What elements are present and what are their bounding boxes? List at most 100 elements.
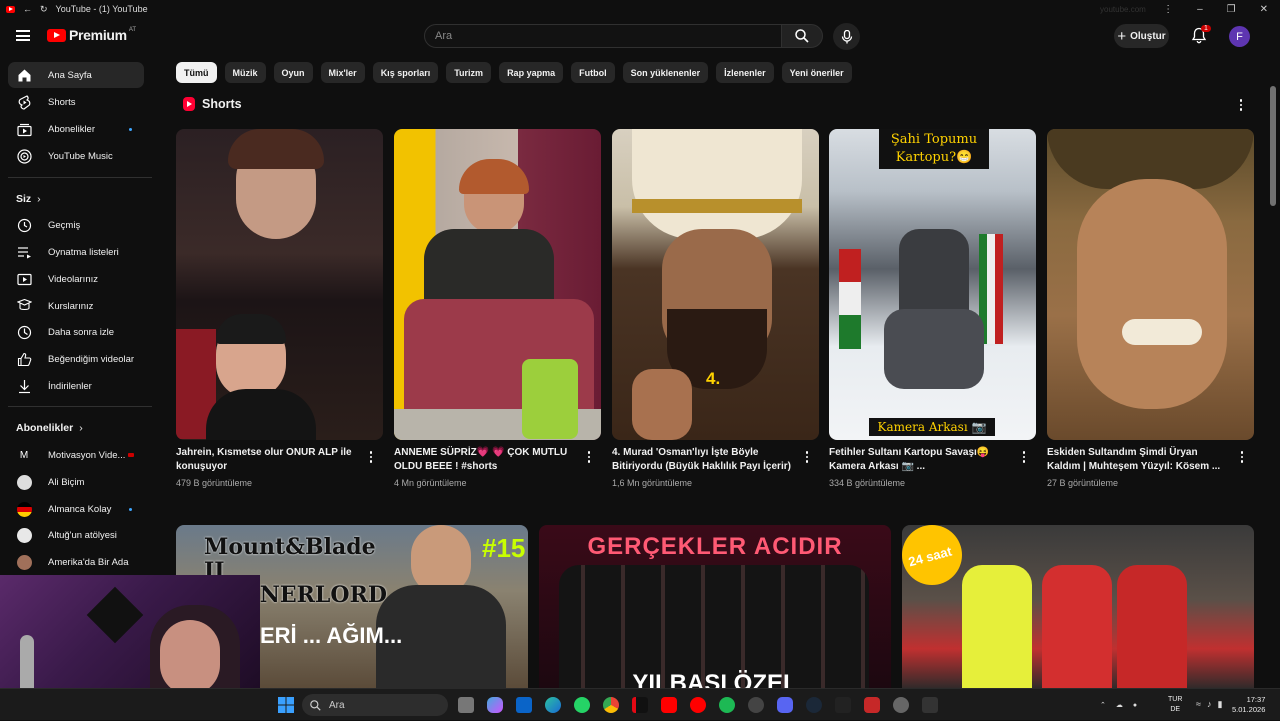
video-thumbnail[interactable]: 24 saat [902, 525, 1254, 690]
youtube-music-icon[interactable] [690, 697, 706, 713]
sidebar-item-playlists[interactable]: Oynatma listeleri [8, 239, 144, 265]
sidebar-item-home[interactable]: Ana Sayfa [8, 62, 144, 88]
taskbar-search[interactable]: Ara [302, 694, 448, 716]
edge-icon[interactable] [545, 697, 561, 713]
chip-winter-sports[interactable]: Kış sporları [372, 62, 439, 83]
sidebar-item-history[interactable]: Geçmiş [8, 212, 144, 238]
sidebar-item-your-videos[interactable]: Videolarınız [8, 266, 144, 292]
short-menu-icon[interactable] [582, 450, 596, 464]
chrome-icon[interactable] [603, 697, 619, 713]
chip-recently-uploaded[interactable]: Son yüklenenler [622, 62, 709, 83]
short-card[interactable]: Şahi Topumu Kartopu?😁 Kamera Arkası 📷 Fe… [829, 129, 1036, 488]
short-title[interactable]: ANNEME SÜPRİZ💗 💗 ÇOK MUTLU OLDU BEEE ! #… [394, 446, 574, 474]
video-thumbnail[interactable]: GERÇEKLER ACIDIR YILBAŞI ÖZEL [539, 525, 891, 690]
tray-status-icons[interactable]: ≈ ♪ ▮ [1196, 699, 1222, 710]
shorts-icon [16, 94, 32, 110]
youtube-premium-logo[interactable]: Premium AT [47, 27, 136, 43]
sidebar-item-youtube-music[interactable]: YouTube Music [8, 143, 144, 169]
menu-icon[interactable] [16, 30, 30, 41]
microphone-icon[interactable]: ● [1133, 702, 1137, 709]
recorder-icon[interactable] [864, 697, 880, 713]
shorts-icon [183, 97, 195, 111]
back-arrow-icon[interactable]: ← [23, 4, 32, 14]
search-box[interactable] [424, 24, 782, 48]
voice-search-button[interactable] [833, 23, 860, 50]
sidebar-divider [8, 406, 152, 407]
notifications-button[interactable]: 1 [1191, 25, 1211, 47]
account-avatar[interactable]: F [1229, 26, 1250, 47]
epic-games-icon[interactable] [835, 697, 851, 713]
short-card[interactable]: ANNEME SÜPRİZ💗 💗 ÇOK MUTLU OLDU BEEE ! #… [394, 129, 601, 488]
minimize-icon[interactable]: – [1197, 4, 1203, 15]
search-button[interactable] [781, 24, 823, 48]
short-views: 27 B görüntüleme [1047, 478, 1119, 488]
reload-icon[interactable]: ↻ [40, 4, 48, 15]
short-thumbnail[interactable] [394, 129, 601, 440]
spotify-icon[interactable] [719, 697, 735, 713]
short-menu-icon[interactable] [364, 450, 378, 464]
close-icon[interactable]: ✕ [1260, 4, 1268, 15]
chip-all[interactable]: Tümü [176, 62, 217, 83]
copilot-icon[interactable] [487, 697, 503, 713]
steam-icon[interactable] [806, 697, 822, 713]
chevron-up-icon[interactable]: ⌃ [1100, 701, 1106, 709]
chip-music[interactable]: Müzik [224, 62, 266, 83]
whatsapp-icon[interactable] [574, 697, 590, 713]
short-thumbnail[interactable] [176, 129, 383, 440]
sidebar-item-shorts[interactable]: Shorts [8, 89, 144, 115]
channel-avatar [16, 474, 32, 490]
short-menu-icon[interactable] [1235, 450, 1249, 464]
short-card[interactable]: Jahrein, Kısmetse olur ONUR ALP ile konu… [176, 129, 383, 488]
subscription-channel[interactable]: Amerika'da Bir Ada [8, 549, 144, 575]
subscription-channel[interactable]: Ali Biçim [8, 469, 144, 495]
short-title[interactable]: 4. Murad 'Osman'lıyı İşte Böyle Bitiriyo… [612, 446, 792, 474]
chip-watched[interactable]: İzlenenler [716, 62, 774, 83]
chip-tourism[interactable]: Turizm [446, 62, 492, 83]
short-thumbnail[interactable]: 4. [612, 129, 819, 440]
youtube-icon[interactable] [661, 697, 677, 713]
sidebar-you-heading[interactable]: Siz › [16, 193, 41, 205]
discord-icon[interactable] [777, 697, 793, 713]
thumbs-up-icon [16, 351, 32, 367]
short-card[interactable]: 4. 4. Murad 'Osman'lıyı İşte Böyle Bitir… [612, 129, 819, 488]
chip-new-to-you[interactable]: Yeni öneriler [781, 62, 852, 83]
shelf-menu-icon[interactable] [1234, 98, 1248, 112]
chip-mixes[interactable]: Mix'ler [320, 62, 365, 83]
subscription-channel[interactable]: Almanca Kolay [8, 496, 144, 522]
subscription-channel[interactable]: Altuğ'un atölyesi [8, 522, 144, 548]
chip-football[interactable]: Futbol [571, 62, 615, 83]
sidebar-item-watch-later[interactable]: Daha sonra izle [8, 319, 144, 345]
more-options-icon[interactable]: ⋮ [1163, 4, 1173, 15]
chip-gaming[interactable]: Oyun [273, 62, 313, 83]
search-input[interactable] [425, 25, 781, 47]
app-icon[interactable] [922, 697, 938, 713]
page-scrollbar[interactable] [1270, 86, 1276, 206]
short-thumbnail[interactable] [1047, 129, 1254, 440]
sidebar-item-courses[interactable]: Kurslarınız [8, 293, 144, 319]
netflix-icon[interactable] [632, 697, 648, 713]
outlook-icon[interactable] [516, 697, 532, 713]
short-title[interactable]: Jahrein, Kısmetse olur ONUR ALP ile konu… [176, 446, 356, 474]
windows-start-icon[interactable] [278, 697, 294, 716]
create-button[interactable]: + Oluştur [1114, 24, 1169, 48]
maximize-icon[interactable]: ❐ [1227, 4, 1236, 15]
chip-rapping[interactable]: Rap yapma [499, 62, 564, 83]
short-menu-icon[interactable] [800, 450, 814, 464]
short-title[interactable]: Eskiden Sultandım Şimdi Üryan Kaldım | M… [1047, 446, 1227, 474]
sidebar-item-subscriptions[interactable]: Abonelikler [8, 116, 144, 142]
settings-icon[interactable] [893, 697, 909, 713]
input-language[interactable]: TUR DE [1168, 695, 1182, 715]
short-menu-icon[interactable] [1017, 450, 1031, 464]
taskbar-clock[interactable]: 17:37 5.01.2026 [1232, 695, 1265, 715]
short-card[interactable]: Eskiden Sultandım Şimdi Üryan Kaldım | M… [1047, 129, 1254, 488]
task-view-icon[interactable] [458, 697, 474, 713]
sidebar-item-downloads[interactable]: İndirilenler [8, 373, 144, 399]
obs-icon[interactable] [748, 697, 764, 713]
cloud-icon[interactable]: ☁ [1116, 701, 1123, 709]
sidebar-item-liked-videos[interactable]: Beğendiğim videolar [8, 346, 144, 372]
sidebar-subscriptions-heading[interactable]: Abonelikler › [16, 422, 83, 434]
short-thumbnail[interactable]: Şahi Topumu Kartopu?😁 Kamera Arkası 📷 [829, 129, 1036, 440]
short-title[interactable]: Fetihler Sultanı Kartopu Savaşı😝 Kamera … [829, 446, 1009, 474]
your-videos-icon [16, 271, 32, 287]
subscription-channel[interactable]: M Motivasyon Vide... [8, 442, 144, 468]
